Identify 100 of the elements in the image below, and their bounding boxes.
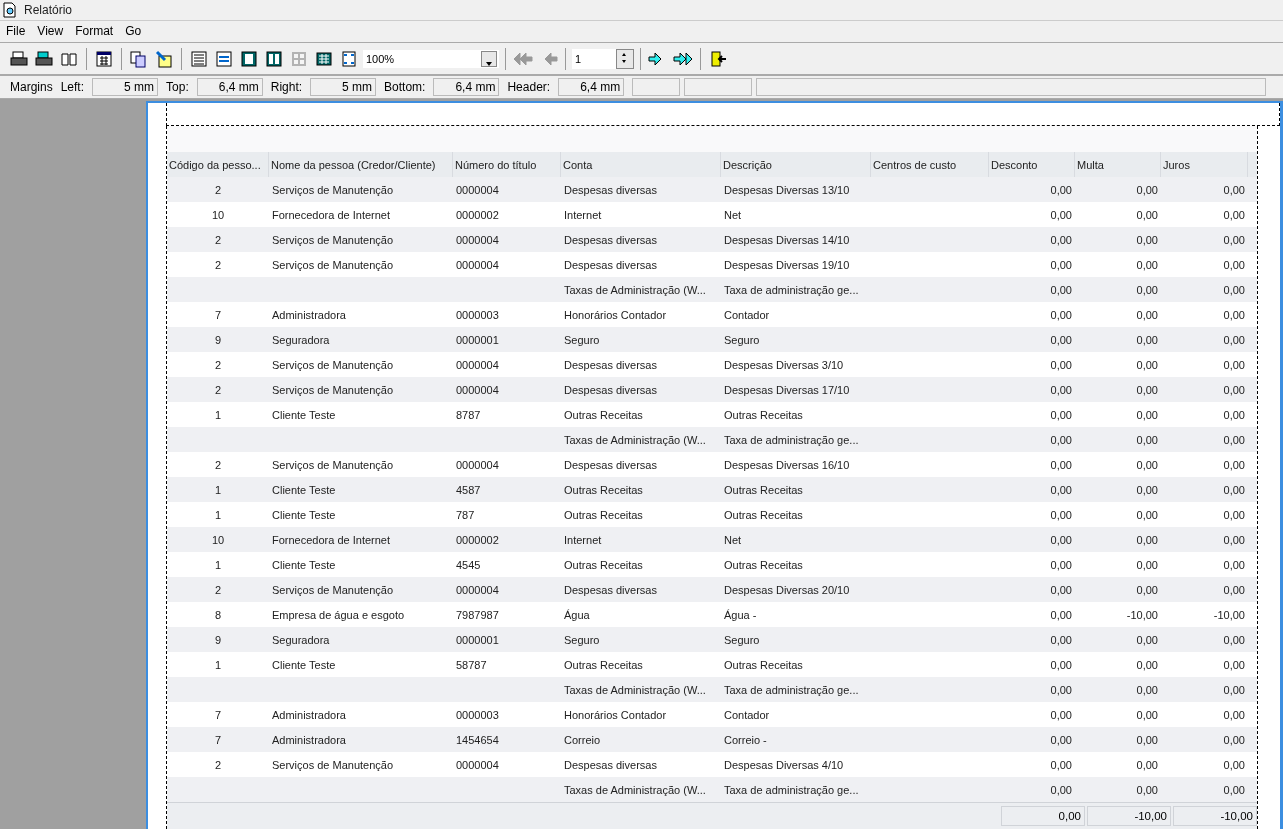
table-cell-text: 0,00 — [1135, 233, 1159, 246]
table-cell-text: Despesas diversas — [563, 458, 658, 471]
table-cell-text: 0,00 — [1135, 683, 1159, 696]
menu-item[interactable]: Format — [69, 24, 120, 39]
table-cell-text: 7987987 — [455, 608, 500, 621]
table-cell-text: Despesas diversas — [563, 583, 658, 596]
table-cell-text: 787 — [455, 508, 476, 521]
table-cell-text: 0000004 — [455, 458, 500, 471]
table-cell-text: 0,00 — [1135, 633, 1159, 646]
table-cell-text: 0000001 — [455, 633, 500, 646]
table-cell-text: Administradora — [271, 733, 347, 746]
table-cell-text: 1 — [213, 508, 223, 521]
table-cell-text: Honorários Contador — [563, 708, 668, 721]
table-cell-text: Outras Receitas — [723, 408, 804, 421]
table-cell-text: 0,00 — [1049, 383, 1073, 396]
table-cell-text: Outras Receitas — [723, 508, 804, 521]
table-cell-text: 2 — [213, 358, 223, 371]
table-cell-text: 0,00 — [1049, 583, 1073, 596]
table-cell-text: 0,00 — [1222, 233, 1246, 246]
zoom-fit-icon — [340, 49, 358, 68]
margin-label: Left: — [60, 80, 85, 95]
table-cell-text: 9 — [213, 633, 223, 646]
table-cell-text: 0,00 — [1049, 558, 1073, 571]
table-cell-text: 0,00 — [1049, 208, 1073, 221]
margin-field[interactable]: 6,4 mm — [433, 78, 500, 97]
menu-item[interactable]: Go — [119, 24, 148, 39]
table-cell-text: 0,00 — [1049, 233, 1073, 246]
table-cell-text: 0,00 — [1222, 433, 1246, 446]
table-cell-text: 0000004 — [455, 233, 500, 246]
margin-field[interactable]: 6,4 mm — [558, 78, 625, 97]
table-cell-text: Taxa de administração ge... — [723, 283, 860, 296]
margin-field[interactable]: 6,4 mm — [196, 78, 263, 97]
table-cell-text: 0,00 — [1222, 183, 1246, 196]
table-cell-text: 0,00 — [1135, 208, 1159, 221]
table-cell-text: Taxa de administração ge... — [723, 433, 860, 446]
table-cell-text: 0,00 — [1135, 658, 1159, 671]
grid-icon — [95, 49, 113, 68]
table-cell-text: Despesas diversas — [563, 383, 658, 396]
table-cell-text: Cliente Teste — [271, 508, 337, 521]
margin-field[interactable]: 5 mm — [310, 78, 377, 97]
table-cell-text: 0,00 — [1135, 758, 1159, 771]
table-cell-text: Taxas de Administração (W... — [563, 683, 707, 696]
table-cell-text: Outras Receitas — [563, 483, 644, 496]
table-cell-text: 0,00 — [1222, 283, 1246, 296]
table-cell-text: -10,00 — [1125, 608, 1159, 621]
table-cell-text: 0,00 — [1049, 458, 1073, 471]
table-cell-text: 0,00 — [1135, 783, 1159, 796]
table-cell-text: Taxa de administração ge... — [723, 683, 860, 696]
table-cell-text: 7 — [213, 308, 223, 321]
menu-item[interactable]: View — [31, 24, 70, 39]
table-cell-text: 2 — [213, 258, 223, 271]
table-cell-text: 8787 — [455, 408, 482, 421]
table-cell-text: Seguro — [723, 333, 761, 346]
table-cell-text: Despesas Diversas 16/10 — [723, 458, 851, 471]
table-cell-text: Seguradora — [271, 333, 331, 346]
table-cell-text: 7 — [213, 708, 223, 721]
table-cell-text: Despesas Diversas 19/10 — [723, 258, 851, 271]
margin-field[interactable]: 5 mm — [92, 78, 159, 97]
table-cell-text: Cliente Teste — [271, 658, 337, 671]
table-cell-text: 0,00 — [1049, 433, 1073, 446]
table-cell-text: 2 — [213, 233, 223, 246]
table-cell-text: 1 — [213, 483, 223, 496]
table-cell-text: 0,00 — [1049, 408, 1073, 421]
table-cell-text: Net — [723, 208, 743, 221]
table-cell-text: 0,00 — [1135, 458, 1159, 471]
zoom-dropdown[interactable]: 100% — [363, 49, 499, 68]
total-cell: 0,00 — [1001, 806, 1085, 826]
table-cell-text: Taxas de Administração (W... — [563, 783, 707, 796]
table-cell-text: 0,00 — [1222, 258, 1246, 271]
four-pages-icon — [290, 49, 308, 68]
table-cell-text: 4545 — [455, 558, 482, 571]
table-cell-text: 0,00 — [1222, 633, 1246, 646]
table-cell-text: 0,00 — [1049, 783, 1073, 796]
door-exit-icon — [709, 49, 727, 68]
table-cell-text: 0,00 — [1135, 558, 1159, 571]
table-cell-text: Seguro — [723, 633, 761, 646]
table-cell-text: 0,00 — [1222, 733, 1246, 746]
table-cell-text: 1 — [213, 408, 223, 421]
table-cell-text: 2 — [213, 458, 223, 471]
table-cell-text: 0,00 — [1222, 208, 1246, 221]
table-cell-text: Administradora — [271, 708, 347, 721]
text-lines-icon — [190, 49, 208, 68]
table-cell-text: Despesas diversas — [563, 183, 658, 196]
table-cell-text: 0000004 — [455, 183, 500, 196]
table-cell-text: Serviços de Manutenção — [271, 383, 395, 396]
table-cell-text: Seguro — [563, 333, 601, 346]
table-cell-text: 7 — [213, 733, 223, 746]
table-cell-text: 0,00 — [1222, 708, 1246, 721]
table-cell-text: 0000003 — [455, 708, 500, 721]
table-cell-text: Outras Receitas — [723, 483, 804, 496]
table-cell-text: Cliente Teste — [271, 408, 337, 421]
page-number-field[interactable]: 1 — [572, 48, 634, 69]
double-arrow-icon — [673, 51, 693, 66]
menu-item[interactable]: File — [0, 24, 32, 39]
table-cell-text: Despesas Diversas 13/10 — [723, 183, 851, 196]
table-cell-text: 0000002 — [455, 533, 500, 546]
table-cell-text: 0000002 — [455, 208, 500, 221]
table-cell-text: Seguradora — [271, 633, 331, 646]
table-cell-text: 10 — [210, 208, 226, 221]
table-cell-text: Despesas Diversas 17/10 — [723, 383, 851, 396]
